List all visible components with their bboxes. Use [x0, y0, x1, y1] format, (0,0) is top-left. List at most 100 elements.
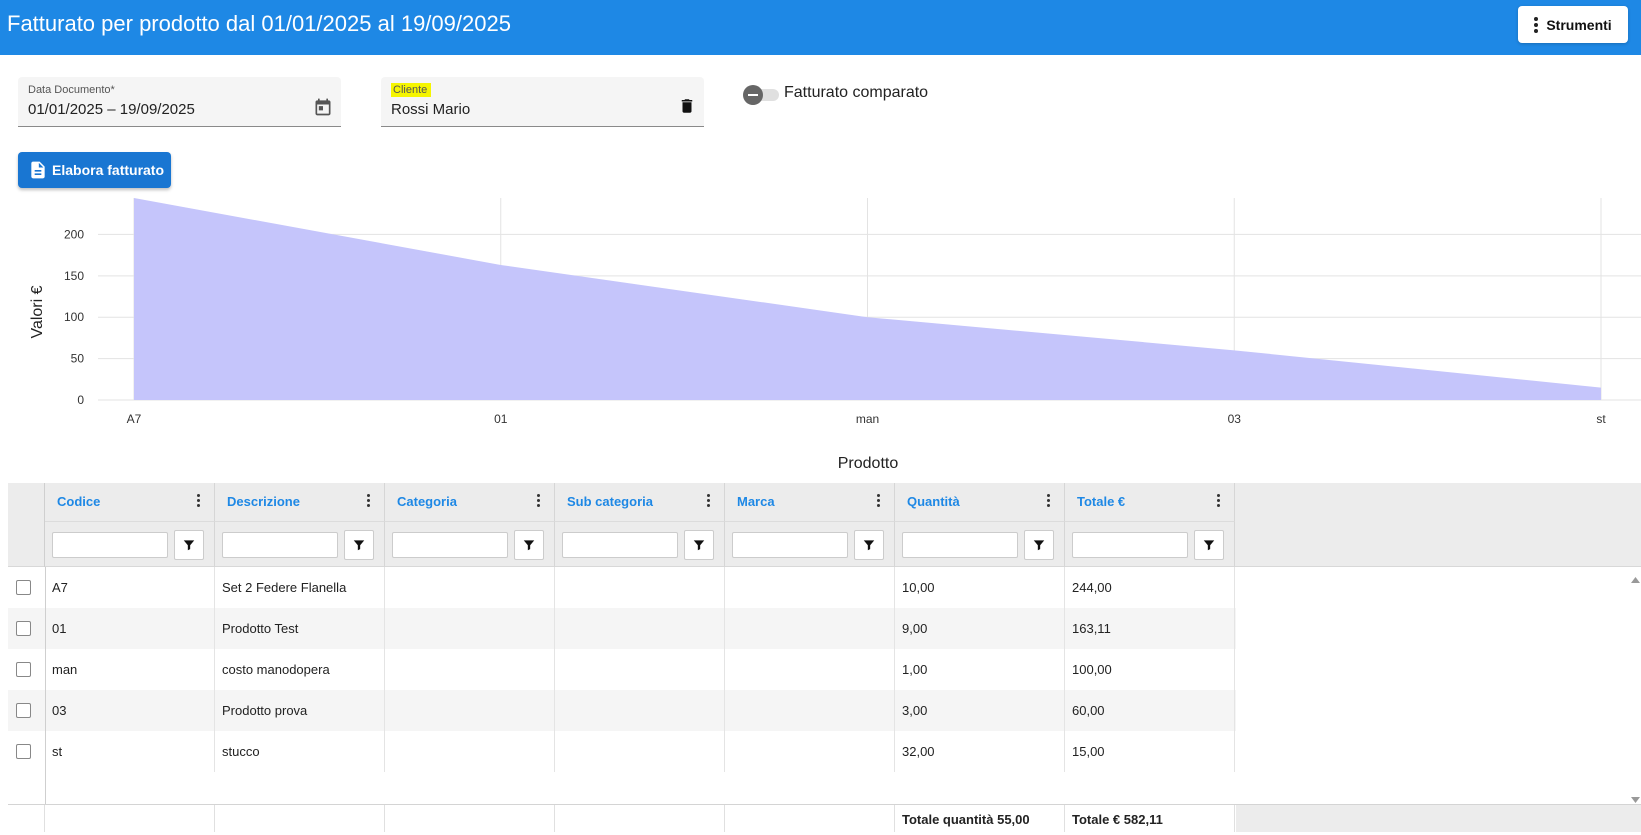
delete-icon[interactable] [678, 97, 696, 120]
table-cell: 1,00 [895, 649, 1065, 690]
y-tick-label: 150 [64, 269, 84, 283]
table-cell [555, 731, 725, 772]
table-row[interactable]: st stucco 32,00 15,00 [8, 731, 1236, 772]
column-header[interactable]: Marca [725, 483, 895, 521]
filter-icon[interactable] [174, 530, 204, 560]
app-bar: Fatturato per prodotto dal 01/01/2025 al… [0, 0, 1641, 55]
column-menu-icon[interactable] [877, 494, 880, 507]
table-row[interactable]: man costo manodopera 1,00 100,00 [8, 649, 1236, 690]
column-filter-cell [1065, 521, 1235, 567]
customer-value: Rossi Mario [391, 101, 471, 118]
column-header-label: Marca [737, 494, 775, 509]
table-cell: A7 [45, 567, 215, 608]
table-cell [555, 649, 725, 690]
column-header-label: Categoria [397, 494, 457, 509]
table-cell [725, 649, 895, 690]
column-filter-input[interactable] [902, 532, 1018, 558]
date-range-label: Data Documento* [28, 84, 115, 96]
column-header[interactable]: Descrizione [215, 483, 385, 521]
filter-icon[interactable] [1024, 530, 1054, 560]
table-cell [555, 567, 725, 608]
column-filter-input[interactable] [1072, 532, 1188, 558]
filter-icon[interactable] [514, 530, 544, 560]
column-filter-input[interactable] [732, 532, 848, 558]
column-filter-input[interactable] [562, 532, 678, 558]
column-header-label: Codice [57, 494, 101, 509]
customer-field[interactable]: Cliente Rossi Mario [381, 77, 704, 127]
column-menu-icon[interactable] [707, 494, 710, 507]
column-filter-input[interactable] [392, 532, 508, 558]
column-filter-input[interactable] [222, 532, 338, 558]
table-cell: 244,00 [1065, 567, 1235, 608]
column-header[interactable]: Quantità [895, 483, 1065, 521]
table-cell [385, 608, 555, 649]
date-range-value: 01/01/2025 – 19/09/2025 [28, 101, 195, 118]
filter-icon[interactable] [684, 530, 714, 560]
table-cell [725, 567, 895, 608]
process-revenue-button[interactable]: Elabora fatturato [18, 152, 171, 188]
x-axis-label: Prodotto [838, 455, 899, 472]
x-tick-label: st [1596, 412, 1606, 426]
tools-button[interactable]: Strumenti [1518, 6, 1628, 43]
row-checkbox[interactable] [16, 621, 31, 636]
table-row[interactable]: 03 Prodotto prova 3,00 60,00 [8, 690, 1236, 731]
filter-icon[interactable] [344, 530, 374, 560]
grid-header: Codice Descrizione Categoria Sub categoria M… [8, 483, 1641, 567]
row-checkbox[interactable] [16, 744, 31, 759]
column-header[interactable]: Codice [45, 483, 215, 521]
y-tick-label: 100 [64, 310, 84, 324]
table-cell: 60,00 [1065, 690, 1235, 731]
column-filter-cell [45, 521, 215, 567]
footer-cell [215, 805, 385, 832]
table-cell: 100,00 [1065, 649, 1235, 690]
date-range-field[interactable]: Data Documento* 01/01/2025 – 19/09/2025 [18, 77, 341, 127]
process-revenue-label: Elabora fatturato [52, 162, 165, 178]
column-filter-cell [895, 521, 1065, 567]
total-quantity: Totale quantità 55,00 [895, 805, 1065, 832]
footer-cell [725, 805, 895, 832]
table-cell [725, 608, 895, 649]
table-cell: 01 [45, 608, 215, 649]
table-cell: 03 [45, 690, 215, 731]
column-filter-input[interactable] [52, 532, 168, 558]
footer-cell [555, 805, 725, 832]
column-menu-icon[interactable] [1217, 494, 1220, 507]
compare-toggle-label: Fatturato comparato [784, 84, 929, 101]
y-tick-label: 50 [71, 352, 85, 366]
row-checkbox[interactable] [16, 580, 31, 595]
compare-toggle[interactable] [743, 84, 781, 105]
document-icon [31, 161, 45, 179]
x-tick-label: 01 [494, 412, 508, 426]
table-cell: 32,00 [895, 731, 1065, 772]
column-header-label: Quantità [907, 494, 960, 509]
filter-icon[interactable] [1194, 530, 1224, 560]
column-header-label: Totale € [1077, 494, 1126, 509]
scroll-up-arrow-icon[interactable] [1630, 571, 1641, 589]
table-cell: stucco [215, 731, 385, 772]
grid-body: A7 Set 2 Federe Flanella 10,00 244,00 01 Prod… [8, 567, 1641, 787]
grid-footer: Totale quantità 55,00 Totale € 582,11 [8, 804, 1641, 832]
toggle-thumb [743, 85, 763, 105]
column-menu-icon[interactable] [1047, 494, 1050, 507]
filter-icon[interactable] [854, 530, 884, 560]
table-cell: 3,00 [895, 690, 1065, 731]
table-row[interactable]: 01 Prodotto Test 9,00 163,11 [8, 608, 1236, 649]
total-amount: Totale € 582,11 [1065, 805, 1235, 832]
column-menu-icon[interactable] [537, 494, 540, 507]
column-menu-icon[interactable] [367, 494, 370, 507]
column-header[interactable]: Sub categoria [555, 483, 725, 521]
column-header[interactable]: Totale € [1065, 483, 1235, 521]
footer-cell [45, 805, 215, 832]
column-header[interactable]: Categoria [385, 483, 555, 521]
revenue-area-chart: 0 50 100 150 200 A7 01 man 03 st Prodotto Valori € [29, 198, 1641, 472]
calendar-icon[interactable] [313, 97, 333, 122]
column-filter-cell [215, 521, 385, 567]
table-cell [555, 608, 725, 649]
table-cell: 10,00 [895, 567, 1065, 608]
row-checkbox[interactable] [16, 703, 31, 718]
row-checkbox[interactable] [16, 662, 31, 677]
table-cell [385, 731, 555, 772]
table-row[interactable]: A7 Set 2 Federe Flanella 10,00 244,00 [8, 567, 1236, 608]
table-cell: Set 2 Federe Flanella [215, 567, 385, 608]
column-menu-icon[interactable] [197, 494, 200, 507]
